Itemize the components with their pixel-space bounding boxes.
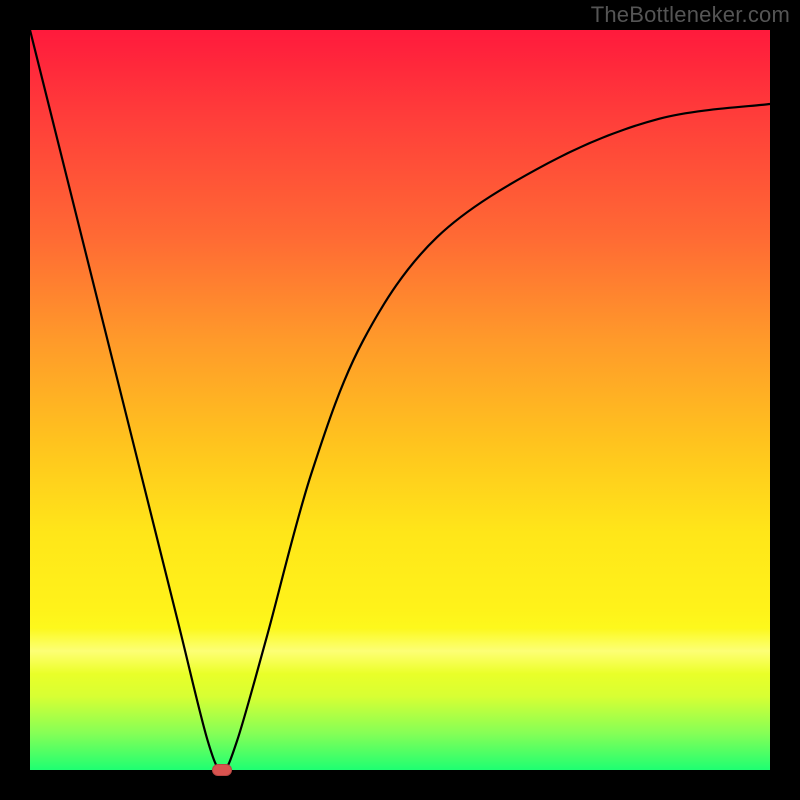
plot-area	[30, 30, 770, 770]
attribution-label: TheBottleneker.com	[591, 2, 790, 28]
minimum-marker	[212, 764, 232, 776]
chart-frame: TheBottleneker.com	[0, 0, 800, 800]
bottleneck-curve	[30, 30, 770, 770]
curve-path	[30, 30, 770, 770]
